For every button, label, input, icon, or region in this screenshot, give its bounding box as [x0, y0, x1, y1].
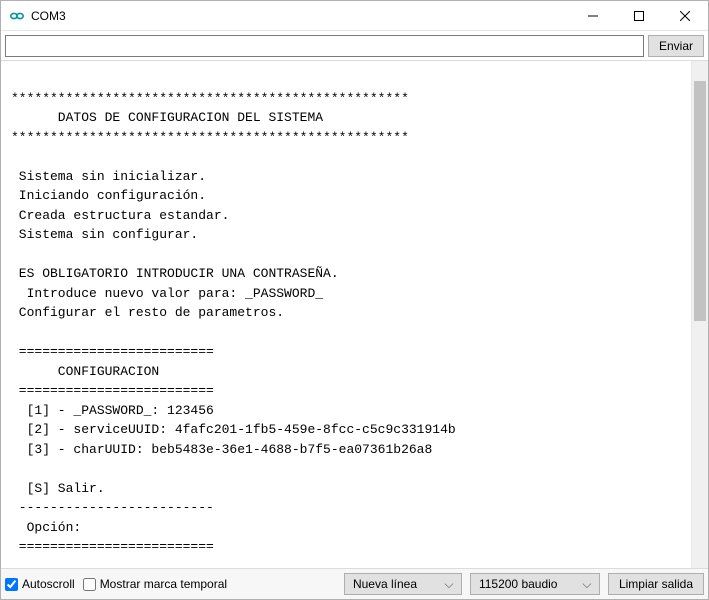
timestamp-label: Mostrar marca temporal [100, 577, 227, 591]
command-row: Enviar [1, 31, 708, 61]
arduino-icon [9, 8, 25, 24]
autoscroll-input[interactable] [5, 578, 18, 591]
close-button[interactable] [662, 1, 708, 30]
console-area: ****************************************… [1, 61, 708, 569]
chevron-down-icon: ⌵ [579, 577, 595, 592]
clear-output-button[interactable]: Limpiar salida [608, 573, 704, 595]
send-button[interactable]: Enviar [648, 35, 704, 57]
maximize-button[interactable] [616, 1, 662, 30]
command-input[interactable] [5, 35, 644, 57]
scrollbar-thumb[interactable] [694, 81, 706, 321]
console-output: ****************************************… [1, 61, 691, 568]
autoscroll-checkbox[interactable]: Autoscroll [5, 577, 75, 591]
window-controls [570, 1, 708, 30]
line-ending-select[interactable]: Nueva línea ⌵ [344, 573, 462, 595]
minimize-button[interactable] [570, 1, 616, 30]
timestamp-checkbox[interactable]: Mostrar marca temporal [83, 577, 227, 591]
window-title: COM3 [31, 9, 570, 23]
baud-rate-value: 115200 baudio [479, 577, 571, 591]
timestamp-input[interactable] [83, 578, 96, 591]
baud-rate-select[interactable]: 115200 baudio ⌵ [470, 573, 600, 595]
autoscroll-label: Autoscroll [22, 577, 75, 591]
bottom-toolbar: Autoscroll Mostrar marca temporal Nueva … [1, 569, 708, 599]
serial-monitor-window: COM3 Enviar ****************************… [0, 0, 709, 600]
line-ending-value: Nueva línea [353, 577, 433, 591]
vertical-scrollbar[interactable] [691, 61, 708, 568]
chevron-down-icon: ⌵ [441, 577, 457, 592]
titlebar: COM3 [1, 1, 708, 31]
